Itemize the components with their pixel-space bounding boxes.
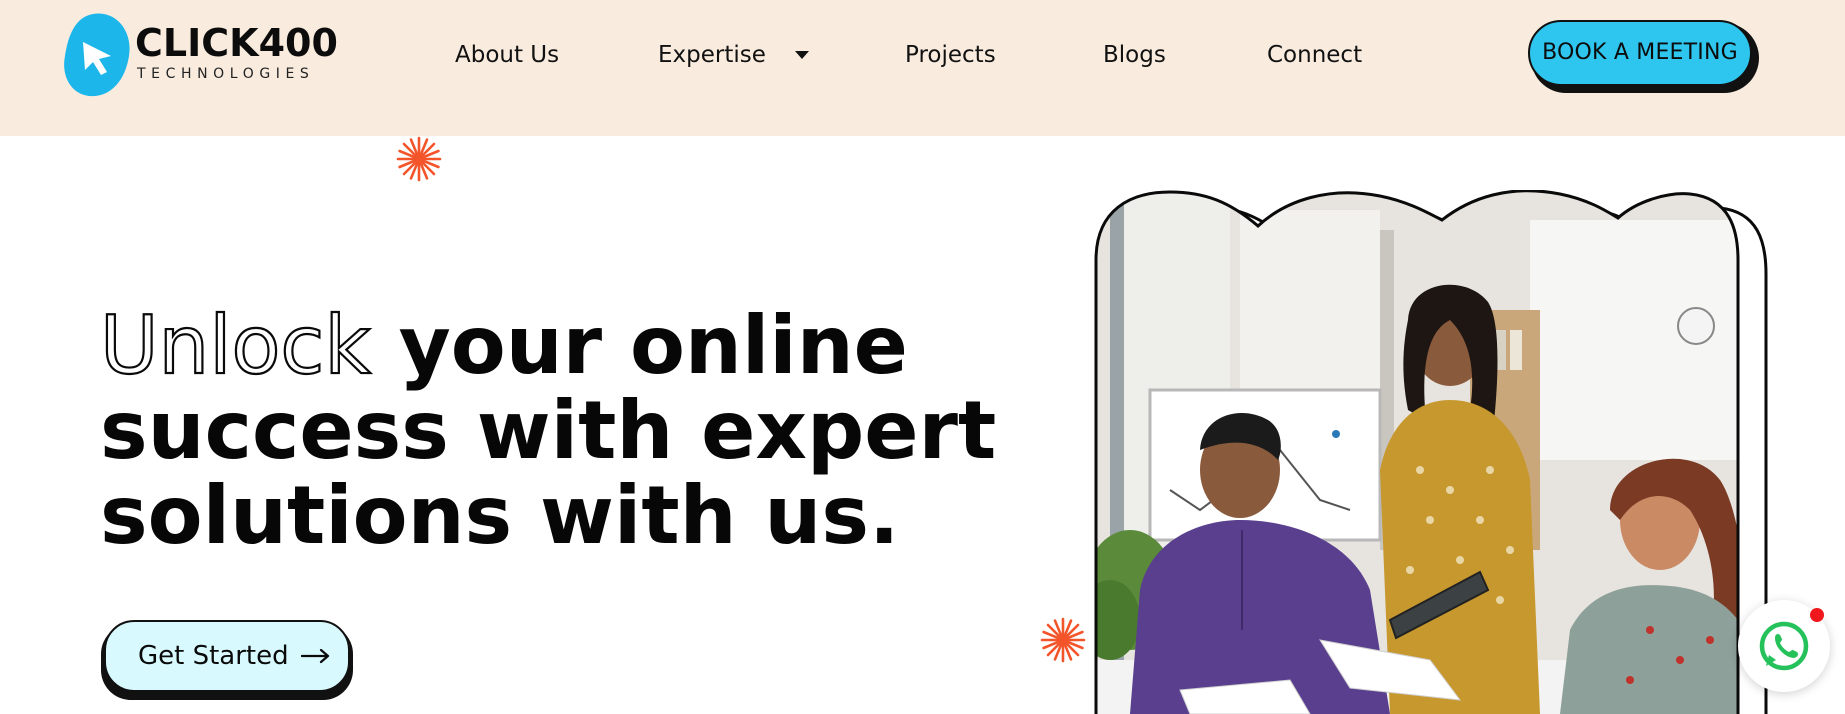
nav-projects-label: Projects xyxy=(905,42,996,68)
hero-headline-line2: success with expert xyxy=(100,384,997,477)
hero-headline: Unlock your online success with expert s… xyxy=(99,302,1000,558)
nav-blogs-label: Blogs xyxy=(1103,42,1166,68)
get-started-button[interactable]: Get Started xyxy=(104,620,350,692)
caret-down-icon xyxy=(795,51,810,59)
nav-projects[interactable]: Projects xyxy=(905,40,996,70)
get-started-wrapper: Get Started xyxy=(101,620,353,700)
nav-about-us-label: About Us xyxy=(455,42,560,68)
get-started-label: Get Started xyxy=(138,641,289,671)
nav-expertise[interactable]: Expertise xyxy=(658,40,810,70)
hero-photo xyxy=(1094,190,1768,714)
arrow-right-icon xyxy=(300,648,329,664)
nav-connect[interactable]: Connect xyxy=(1267,40,1362,70)
book-meeting-button[interactable]: BOOK A MEETING xyxy=(1528,20,1752,86)
logo-tagline: TECHNOLOGIES xyxy=(137,66,315,82)
site-header: CLICK400 TECHNOLOGIES About Us Expertise… xyxy=(0,0,1845,136)
book-meeting-wrapper: BOOK A MEETING xyxy=(1528,20,1759,93)
hero-headline-line1: your online xyxy=(370,299,908,392)
hero-headline-line3: solutions with us. xyxy=(100,469,900,562)
logo-name: CLICK400 xyxy=(135,21,338,65)
whatsapp-chat-button[interactable] xyxy=(1738,600,1830,692)
nav-expertise-label: Expertise xyxy=(658,42,766,68)
notification-dot xyxy=(1810,608,1824,622)
sparkle-burst-icon xyxy=(1040,617,1086,663)
cursor-blob-icon xyxy=(64,13,130,97)
nav-about-us[interactable]: About Us xyxy=(455,40,559,70)
nav-blogs[interactable]: Blogs xyxy=(1103,40,1166,70)
hero-headline-outline-word: Unlock xyxy=(99,299,372,392)
nav-connect-label: Connect xyxy=(1267,42,1363,68)
logo[interactable]: CLICK400 TECHNOLOGIES xyxy=(63,12,338,98)
sparkle-burst-icon xyxy=(396,136,442,182)
